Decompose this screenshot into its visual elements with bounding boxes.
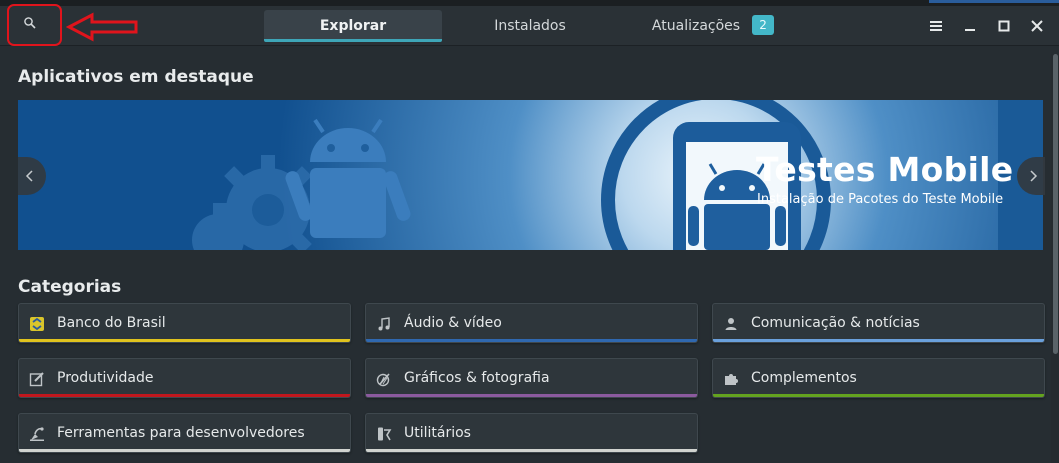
- chevron-left-icon: [25, 170, 33, 182]
- maximize-icon: [998, 20, 1010, 32]
- featured-section-title: Aplicativos em destaque: [18, 67, 254, 87]
- category-color-bar: [366, 394, 697, 397]
- tab-atualizacoes-label: Atualizações: [651, 18, 741, 34]
- category-label: Gráficos & fotografia: [404, 370, 550, 386]
- category-complementos[interactable]: Complementos: [712, 358, 1045, 398]
- category-color-bar: [366, 339, 697, 342]
- tab-explorar[interactable]: Explorar: [264, 10, 442, 42]
- category-label: Ferramentas para desenvolvedores: [57, 425, 305, 441]
- banner-subtitle: Instalação de Pacotes do Teste Mobile: [757, 192, 1004, 207]
- chevron-right-icon: [1030, 170, 1038, 182]
- music-note-icon: [378, 317, 390, 331]
- search-icon: [24, 17, 36, 29]
- close-icon: [1031, 20, 1043, 32]
- category-label: Comunicação & notícias: [751, 315, 920, 331]
- category-banco-do-brasil[interactable]: Banco do Brasil: [18, 303, 351, 343]
- menu-icon: [930, 21, 942, 31]
- category-label: Utilitários: [404, 425, 471, 441]
- scrollbar[interactable]: [1051, 54, 1059, 463]
- category-label: Produtividade: [57, 370, 154, 386]
- utilities-icon: [378, 427, 392, 441]
- categories-section-title: Categorias: [18, 277, 122, 297]
- category-comunicacao-noticias[interactable]: Comunicação & notícias: [712, 303, 1045, 343]
- category-ferramentas-desenvolvedores[interactable]: Ferramentas para desenvolvedores: [18, 413, 351, 453]
- tab-explorar-label: Explorar: [319, 18, 387, 34]
- tab-atualizacoes[interactable]: Atualizações 2: [628, 10, 798, 42]
- tab-instalados-label: Instalados: [494, 18, 566, 34]
- category-label: Complementos: [751, 370, 857, 386]
- category-produtividade[interactable]: Produtividade: [18, 358, 351, 398]
- category-color-bar: [366, 449, 697, 452]
- tab-instalados[interactable]: Instalados: [468, 10, 592, 42]
- edit-icon: [29, 372, 44, 387]
- puzzle-icon: [725, 374, 738, 385]
- scrollbar-thumb[interactable]: [1053, 54, 1058, 354]
- category-label: Áudio & vídeo: [404, 315, 502, 331]
- close-button[interactable]: [1025, 14, 1049, 38]
- category-utilitarios[interactable]: Utilitários: [365, 413, 698, 453]
- category-color-bar: [19, 449, 350, 452]
- header-bar: Explorar Instalados Atualizações 2: [0, 6, 1059, 46]
- category-label: Banco do Brasil: [57, 315, 166, 331]
- category-color-bar: [713, 394, 1044, 397]
- annotation-arrow: [66, 12, 138, 42]
- bank-icon: [30, 317, 44, 331]
- maximize-button[interactable]: [992, 14, 1016, 38]
- banner-title: Testes Mobile: [756, 150, 1014, 189]
- category-color-bar: [19, 394, 350, 397]
- minimize-icon: [965, 29, 975, 31]
- minimize-button[interactable]: [958, 14, 982, 38]
- person-icon: [725, 318, 737, 330]
- category-color-bar: [713, 339, 1044, 342]
- category-graficos-fotografia[interactable]: Gráficos & fotografia: [365, 358, 698, 398]
- category-audio-video[interactable]: Áudio & vídeo: [365, 303, 698, 343]
- tools-icon: [30, 427, 44, 441]
- menu-button[interactable]: [924, 14, 948, 38]
- category-color-bar: [19, 339, 350, 342]
- search-button[interactable]: [7, 4, 62, 46]
- updates-badge: 2: [752, 15, 775, 35]
- graphics-icon: [376, 373, 390, 387]
